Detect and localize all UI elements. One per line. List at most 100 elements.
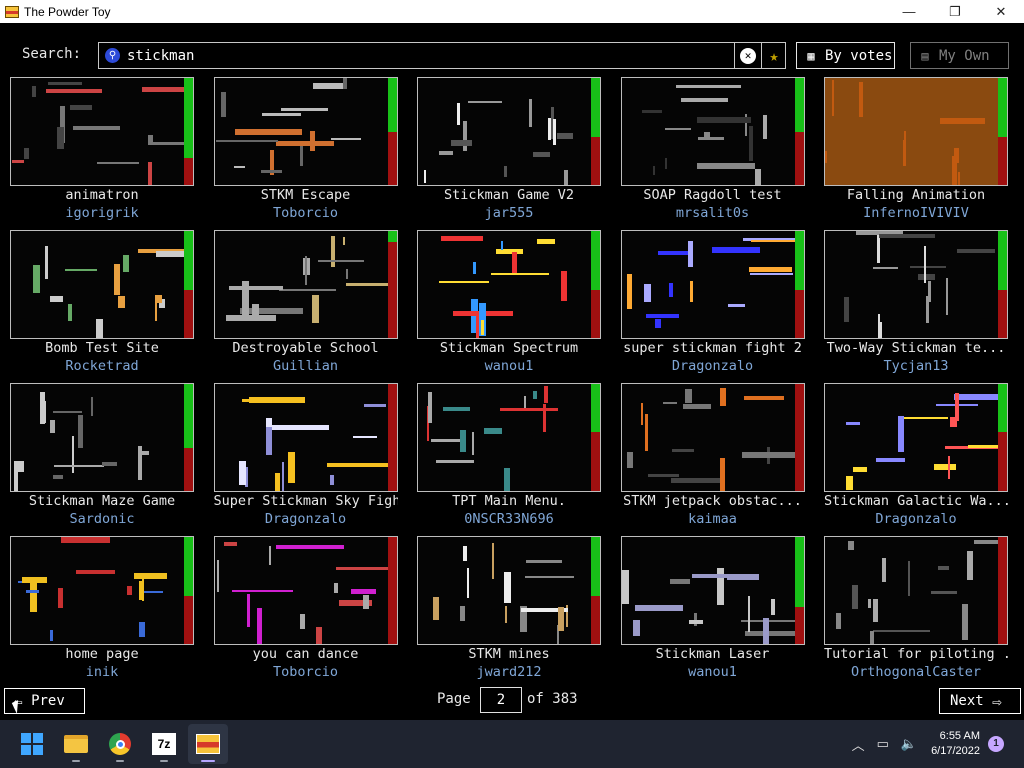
- save-author[interactable]: wanou1: [621, 664, 805, 680]
- save-card[interactable]: STKM Escape Toborcio: [213, 77, 408, 222]
- save-title[interactable]: STKM jetpack obstac...: [621, 493, 805, 509]
- save-card[interactable]: Stickman Game V2 jar555: [417, 77, 611, 222]
- save-title[interactable]: Stickman Galactic Wa...: [824, 493, 1008, 509]
- save-title[interactable]: Stickman Maze Game: [10, 493, 194, 509]
- clock[interactable]: 6:55 AM 6/17/2022: [931, 729, 980, 759]
- save-card[interactable]: SOAP Ragdoll test mrsalit0s: [620, 77, 815, 222]
- volume-icon[interactable]: 🔈: [901, 736, 917, 752]
- save-author[interactable]: inik: [10, 664, 194, 680]
- save-author[interactable]: Toborcio: [214, 205, 398, 221]
- save-author[interactable]: InfernoIVIVIV: [824, 205, 1008, 221]
- powder-toy-button[interactable]: [188, 724, 228, 764]
- save-card[interactable]: Stickman Galactic Wa... Dragonzalo: [824, 383, 1018, 528]
- save-card[interactable]: STKM mines jward212: [417, 536, 611, 681]
- save-author[interactable]: Tycjan13: [824, 358, 1008, 374]
- save-thumbnail[interactable]: [620, 383, 805, 492]
- save-author[interactable]: jward212: [417, 664, 601, 680]
- save-card[interactable]: animatron igorigrik: [10, 77, 204, 222]
- chevron-up-icon[interactable]: ︿: [852, 735, 865, 754]
- save-thumbnail[interactable]: [824, 230, 1008, 339]
- save-author[interactable]: kaimaa: [621, 511, 805, 527]
- save-author[interactable]: Dragonzalo: [621, 358, 805, 374]
- minimize-button[interactable]: —: [886, 0, 932, 23]
- clear-search-button[interactable]: ✕: [734, 43, 761, 68]
- save-author[interactable]: Dragonzalo: [824, 511, 1008, 527]
- file-explorer-button[interactable]: [56, 724, 96, 764]
- save-title[interactable]: Stickman Laser: [621, 646, 805, 662]
- my-own-button[interactable]: ▤ My Own: [910, 42, 1009, 69]
- save-title[interactable]: Stickman Game V2: [417, 187, 601, 203]
- save-thumbnail[interactable]: [417, 383, 601, 492]
- save-thumbnail[interactable]: [213, 383, 398, 492]
- save-title[interactable]: super stickman fight 2: [621, 340, 805, 356]
- save-title[interactable]: Falling Animation: [824, 187, 1008, 203]
- save-title[interactable]: STKM mines: [417, 646, 601, 662]
- save-author[interactable]: jar555: [417, 205, 601, 221]
- 7zip-button[interactable]: 7z: [144, 724, 184, 764]
- save-thumbnail[interactable]: [620, 230, 805, 339]
- save-thumbnail[interactable]: [213, 536, 398, 645]
- save-thumbnail[interactable]: [10, 536, 194, 645]
- save-title[interactable]: TPT Main Menu.: [417, 493, 601, 509]
- save-author[interactable]: Sardonic: [10, 511, 194, 527]
- save-thumbnail[interactable]: [824, 536, 1008, 645]
- save-title[interactable]: STKM Escape: [214, 187, 398, 203]
- save-title[interactable]: you can dance: [214, 646, 398, 662]
- save-card[interactable]: Bomb Test Site Rocketrad: [10, 230, 204, 375]
- save-thumbnail[interactable]: [417, 536, 601, 645]
- save-card[interactable]: Destroyable School Guillian: [213, 230, 408, 375]
- save-thumbnail[interactable]: [213, 230, 398, 339]
- save-thumbnail[interactable]: [417, 230, 601, 339]
- save-thumbnail[interactable]: [824, 77, 1008, 186]
- save-card[interactable]: super stickman fight 2 Dragonzalo: [620, 230, 815, 375]
- notification-badge[interactable]: 1: [988, 736, 1004, 752]
- save-title[interactable]: Super Stickman Sky Fight: [214, 493, 398, 509]
- save-card[interactable]: Stickman Maze Game Sardonic: [10, 383, 204, 528]
- save-thumbnail[interactable]: [213, 77, 398, 186]
- save-thumbnail[interactable]: [10, 383, 194, 492]
- save-title[interactable]: home page: [10, 646, 194, 662]
- save-thumbnail[interactable]: [417, 77, 601, 186]
- next-page-button[interactable]: Next ⇨: [939, 688, 1021, 714]
- save-thumbnail[interactable]: [620, 77, 805, 186]
- save-title[interactable]: Stickman Spectrum: [417, 340, 601, 356]
- maximize-button[interactable]: ❐: [932, 0, 978, 23]
- save-title[interactable]: Bomb Test Site: [10, 340, 194, 356]
- save-thumbnail[interactable]: [10, 230, 194, 339]
- save-title[interactable]: Two-Way Stickman te...: [824, 340, 1008, 356]
- save-card[interactable]: you can dance Toborcio: [213, 536, 408, 681]
- save-author[interactable]: 0NSCR33N696: [417, 511, 601, 527]
- save-author[interactable]: Rocketrad: [10, 358, 194, 374]
- save-author[interactable]: OrthogonalCaster: [824, 664, 1008, 680]
- chrome-button[interactable]: [100, 724, 140, 764]
- favorites-button[interactable]: ★: [761, 43, 786, 68]
- save-author[interactable]: Toborcio: [214, 664, 398, 680]
- save-title[interactable]: Tutorial for piloting ...: [824, 646, 1008, 662]
- sort-by-votes-button[interactable]: ▦ By votes: [796, 42, 895, 69]
- start-button[interactable]: [12, 724, 52, 764]
- save-card[interactable]: TPT Main Menu. 0NSCR33N696: [417, 383, 611, 528]
- save-card[interactable]: Falling Animation InfernoIVIVIV: [824, 77, 1018, 222]
- save-thumbnail[interactable]: [824, 383, 1008, 492]
- save-title[interactable]: Destroyable School: [214, 340, 398, 356]
- save-thumbnail[interactable]: [10, 77, 194, 186]
- save-author[interactable]: igorigrik: [10, 205, 194, 221]
- save-thumbnail[interactable]: [620, 536, 805, 645]
- search-input[interactable]: ⚲ stickman ✕ ★: [98, 42, 786, 69]
- save-card[interactable]: home page inik: [10, 536, 204, 681]
- save-author[interactable]: wanou1: [417, 358, 601, 374]
- save-author[interactable]: Dragonzalo: [214, 511, 398, 527]
- save-card[interactable]: Two-Way Stickman te... Tycjan13: [824, 230, 1018, 375]
- network-icon[interactable]: ▭: [877, 736, 889, 752]
- save-card[interactable]: STKM jetpack obstac... kaimaa: [620, 383, 815, 528]
- save-title[interactable]: SOAP Ragdoll test: [621, 187, 805, 203]
- save-card[interactable]: Tutorial for piloting ... OrthogonalCaste…: [824, 536, 1018, 681]
- save-author[interactable]: Guillian: [214, 358, 398, 374]
- save-card[interactable]: Stickman Laser wanou1: [620, 536, 815, 681]
- save-card[interactable]: Stickman Spectrum wanou1: [417, 230, 611, 375]
- save-title[interactable]: animatron: [10, 187, 194, 203]
- save-author[interactable]: mrsalit0s: [621, 205, 805, 221]
- save-card[interactable]: Super Stickman Sky Fight Dragonzalo: [213, 383, 408, 528]
- page-number-input[interactable]: 2: [480, 687, 522, 713]
- close-button[interactable]: ✕: [978, 0, 1024, 23]
